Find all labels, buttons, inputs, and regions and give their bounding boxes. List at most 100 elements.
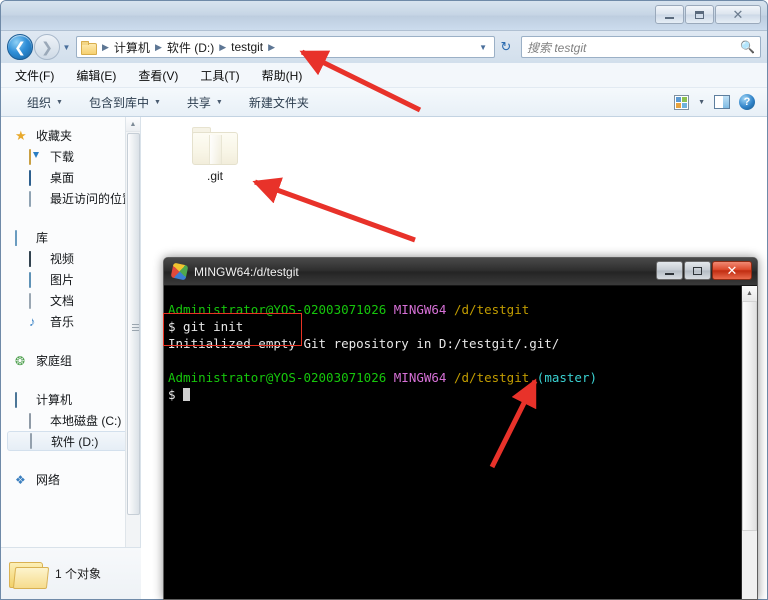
breadcrumb-sep-icon: ▶ xyxy=(219,41,227,52)
folder-icon xyxy=(192,127,238,165)
toolbar-share[interactable]: 共享 ▼ xyxy=(187,94,223,111)
sidebar-item-libraries[interactable]: 库 xyxy=(1,227,140,248)
sidebar-item-music[interactable]: ♪ 音乐 xyxy=(1,311,140,332)
sidebar-group-libraries: 库 视频 图片 文档 ♪ 音乐 xyxy=(1,227,140,332)
toolbar-organize[interactable]: 组织 ▼ xyxy=(27,94,63,111)
address-bar[interactable]: ▶ 计算机 ▶ 软件 (D:) ▶ testgit ▶ ▼ xyxy=(76,36,495,58)
terminal-title: MINGW64:/d/testgit xyxy=(194,264,299,279)
prompt-shell-name: MINGW64 xyxy=(393,370,447,385)
file-name-label: .git xyxy=(206,169,223,183)
toolbar-new-folder[interactable]: 新建文件夹 xyxy=(249,94,309,111)
sidebar-label: 图片 xyxy=(50,273,75,287)
pictures-icon xyxy=(29,271,45,288)
menu-view[interactable]: 查看(V) xyxy=(138,67,178,84)
prompt-user-host: Administrator@YOS-02003071026 xyxy=(168,370,387,385)
terminal-cursor xyxy=(183,388,191,401)
desktop-icon xyxy=(29,169,45,186)
breadcrumb-computer[interactable]: 计算机 xyxy=(113,39,151,56)
back-button[interactable]: ❮ xyxy=(7,34,33,60)
scroll-up-arrow-icon[interactable]: ▲ xyxy=(126,117,140,132)
sidebar-item-desktop[interactable]: 桌面 xyxy=(1,167,140,188)
splitter-grip-icon[interactable] xyxy=(132,324,139,331)
toolbar-share-label: 共享 xyxy=(186,95,211,110)
chevron-down-icon: ▼ xyxy=(56,98,63,106)
sidebar-item-downloads[interactable]: 下载 xyxy=(1,146,140,167)
address-folder-icon xyxy=(81,40,97,55)
prompt-shell-name: MINGW64 xyxy=(393,302,447,317)
sidebar-item-network[interactable]: ❖ 网络 xyxy=(1,469,140,490)
sidebar-item-pictures[interactable]: 图片 xyxy=(1,269,140,290)
sidebar-item-computer[interactable]: 计算机 xyxy=(1,389,140,410)
explorer-address-row: ❮ ❯ ▼ ▶ 计算机 ▶ 软件 (D:) ▶ testgit ▶ ▼ ↻ 搜索… xyxy=(1,31,767,63)
prompt-branch: (master) xyxy=(536,370,598,385)
sidebar-label: 本地磁盘 (C:) xyxy=(50,414,122,428)
explorer-status-bar: 1 个对象 xyxy=(1,547,141,599)
sidebar-scrollbar[interactable]: ▲ ▼ xyxy=(125,117,140,599)
breadcrumb-testgit[interactable]: testgit xyxy=(230,40,264,54)
explorer-maximize-button[interactable] xyxy=(685,5,714,24)
search-input[interactable]: 搜索 testgit xyxy=(527,39,740,56)
address-dropdown-icon[interactable]: ▼ xyxy=(475,43,491,52)
toolbar-include-in-library[interactable]: 包含到库中 ▼ xyxy=(89,94,161,111)
terminal-prompt-line: Administrator@YOS-02003071026 MINGW64 /d… xyxy=(168,301,757,318)
homegroup-icon: ❂ xyxy=(15,353,26,368)
recent-pages-caret-icon[interactable]: ▼ xyxy=(60,43,73,52)
sidebar-item-local-disk-c[interactable]: 本地磁盘 (C:) xyxy=(1,410,140,431)
status-item-count: 1 个对象 xyxy=(55,567,102,581)
sidebar-item-favorites[interactable]: ★ 收藏夹 xyxy=(1,125,140,146)
local-disk-icon xyxy=(29,412,45,429)
toolbar-include-label: 包含到库中 xyxy=(88,95,149,110)
sidebar-label: 视频 xyxy=(50,252,75,266)
sidebar-item-videos[interactable]: 视频 xyxy=(1,248,140,269)
documents-icon xyxy=(29,292,45,309)
explorer-close-button[interactable]: ✕ xyxy=(715,5,761,24)
sidebar-label: 计算机 xyxy=(36,393,73,407)
file-item-git[interactable]: .git xyxy=(177,127,253,183)
menu-file[interactable]: 文件(F) xyxy=(15,67,54,84)
toolbar-right-group: ▼ ? xyxy=(674,94,767,110)
sidebar-label: 桌面 xyxy=(50,171,75,185)
terminal-output-line: Initialized empty Git repository in D:/t… xyxy=(168,336,560,351)
view-dropdown-caret-icon[interactable]: ▼ xyxy=(698,99,705,106)
sidebar-item-homegroup[interactable]: ❂ 家庭组 xyxy=(1,350,140,371)
change-view-icon[interactable] xyxy=(674,94,690,110)
music-icon: ♪ xyxy=(29,313,36,329)
preview-pane-icon[interactable] xyxy=(714,95,730,109)
search-box[interactable]: 搜索 testgit 🔍 xyxy=(521,36,761,58)
terminal-input-line[interactable]: $ xyxy=(168,386,757,403)
sidebar-group-computer: 计算机 本地磁盘 (C:) 软件 (D:) xyxy=(1,389,140,451)
library-icon xyxy=(15,229,31,246)
drive-icon xyxy=(30,433,46,449)
breadcrumb-drive[interactable]: 软件 (D:) xyxy=(166,39,215,56)
menu-edit[interactable]: 编辑(E) xyxy=(76,67,116,84)
terminal-input-prompt: $ xyxy=(168,387,184,402)
sidebar-item-software-d[interactable]: 软件 (D:) xyxy=(7,431,136,451)
forward-button[interactable]: ❯ xyxy=(34,34,60,60)
terminal-scrollbar[interactable]: ▲ xyxy=(741,286,757,599)
explorer-minimize-button[interactable] xyxy=(655,5,684,24)
terminal-scroll-up-arrow-icon[interactable]: ▲ xyxy=(742,286,757,301)
search-icon: 🔍 xyxy=(740,40,755,54)
terminal-scrollbar-thumb[interactable] xyxy=(742,301,757,531)
terminal-close-button[interactable]: ✕ xyxy=(712,261,752,280)
menu-tools[interactable]: 工具(T) xyxy=(200,67,239,84)
breadcrumb-sep-icon: ▶ xyxy=(102,41,109,52)
terminal-screen[interactable]: Administrator@YOS-02003071026 MINGW64 /d… xyxy=(164,286,757,599)
computer-icon xyxy=(15,391,31,408)
menu-help[interactable]: 帮助(H) xyxy=(262,67,303,84)
breadcrumb-sep-icon: ▶ xyxy=(268,41,276,52)
downloads-icon xyxy=(29,148,45,165)
refresh-button[interactable]: ↻ xyxy=(495,39,517,55)
videos-icon xyxy=(29,250,45,267)
status-folder-icon xyxy=(9,558,50,590)
sidebar-item-recent-places[interactable]: 最近访问的位置 xyxy=(1,188,140,209)
sidebar-label: 网络 xyxy=(36,473,61,487)
terminal-maximize-button[interactable] xyxy=(684,261,711,280)
sidebar-item-documents[interactable]: 文档 xyxy=(1,290,140,311)
terminal-minimize-button[interactable] xyxy=(656,261,683,280)
sidebar-scrollbar-thumb[interactable] xyxy=(127,133,140,515)
help-icon[interactable]: ? xyxy=(739,94,755,110)
sidebar-label: 最近访问的位置 xyxy=(50,192,135,206)
terminal-window-controls: ✕ xyxy=(656,261,752,280)
